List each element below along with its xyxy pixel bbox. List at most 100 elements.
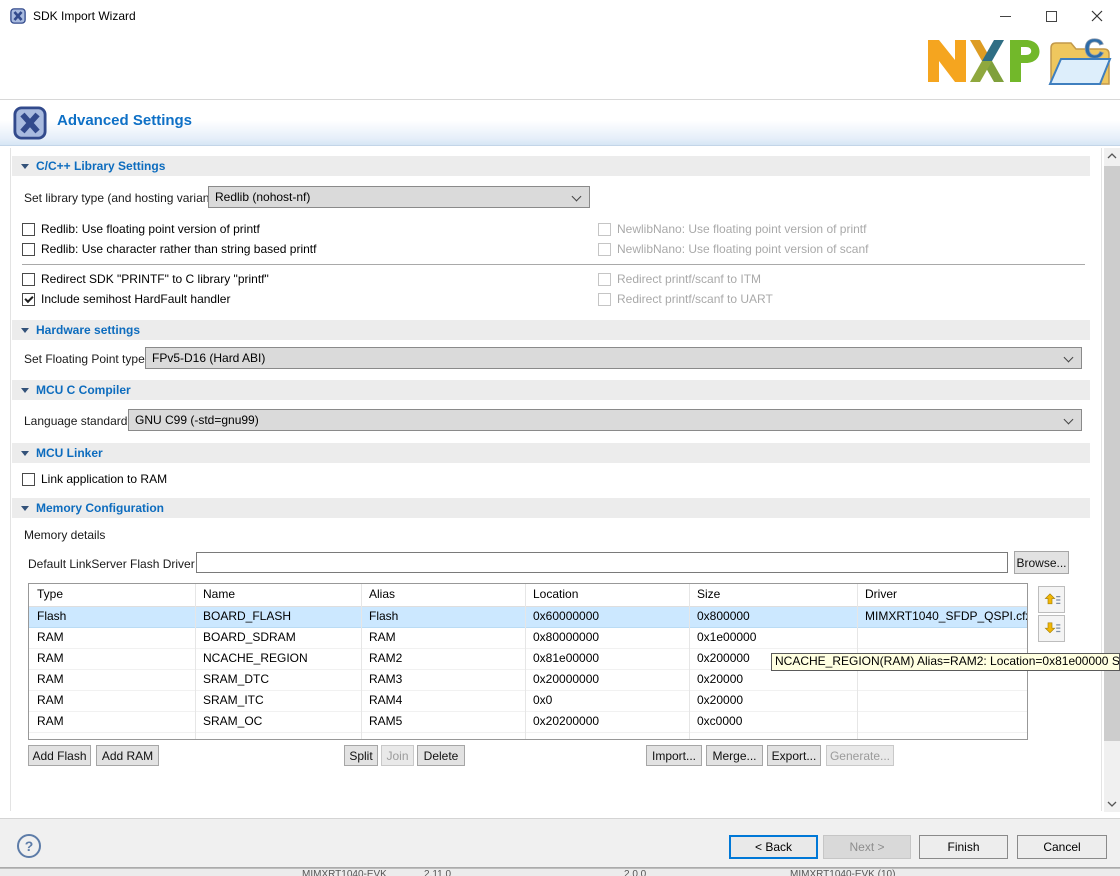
table-row-board-flash[interactable]: Flash BOARD_FLASH Flash 0x60000000 0x800… <box>29 607 1027 628</box>
close-icon <box>1091 10 1103 22</box>
import-button[interactable]: Import... <box>646 745 702 766</box>
add-ram-button[interactable]: Add RAM <box>96 745 159 766</box>
chevron-down-icon <box>1064 415 1074 425</box>
chevron-down-icon <box>1064 353 1074 363</box>
checkbox-redirect-sdk-printf[interactable]: Redirect SDK "PRINTF" to C library "prin… <box>22 271 269 287</box>
section-memory-configuration[interactable]: Memory Configuration <box>12 498 1090 518</box>
scroll-up-arrow[interactable] <box>1104 148 1120 164</box>
language-standard-select[interactable]: GNU C99 (-std=gnu99) <box>128 409 1082 431</box>
maximize-button[interactable] <box>1028 0 1074 32</box>
title-bar: SDK Import Wizard <box>0 0 1120 32</box>
checkbox-box <box>22 223 35 236</box>
col-alias[interactable]: Alias <box>361 584 525 606</box>
section-title: C/C++ Library Settings <box>36 159 165 173</box>
col-location[interactable]: Location <box>525 584 689 606</box>
cancel-button[interactable]: Cancel <box>1017 835 1107 859</box>
background-text-fragment: MIMXRT1040-EVK (10) <box>790 869 895 876</box>
col-driver[interactable]: Driver <box>857 584 1027 606</box>
table-row-sram-dtc[interactable]: RAM SRAM_DTC RAM3 0x20000000 0x20000 <box>29 670 1027 691</box>
background-text-fragment: MIMXRT1040-EVK <box>302 869 387 876</box>
back-button[interactable]: < Back <box>729 835 818 859</box>
checkbox-redirect-uart: Redirect printf/scanf to UART <box>598 291 773 307</box>
checkbox-label: NewlibNano: Use floating point version o… <box>617 242 868 256</box>
table-row-sram-oc[interactable]: RAM SRAM_OC RAM5 0x20200000 0xc0000 <box>29 712 1027 733</box>
col-name[interactable]: Name <box>195 584 361 606</box>
checkbox-box-checked <box>22 293 35 306</box>
export-button[interactable]: Export... <box>767 745 821 766</box>
section-title: Memory Configuration <box>36 501 164 515</box>
collapse-triangle-icon <box>21 451 29 456</box>
fp-type-select[interactable]: FPv5-D16 (Hard ABI) <box>145 347 1082 369</box>
fp-type-label: Set Floating Point type <box>24 352 145 367</box>
library-type-value: Redlib (nohost-nf) <box>215 190 310 204</box>
collapse-triangle-icon <box>21 328 29 333</box>
checkbox-semihost-hardfault[interactable]: Include semihost HardFault handler <box>22 291 230 307</box>
nxp-logo <box>926 38 1040 84</box>
checkbox-label: Include semihost HardFault handler <box>41 292 230 306</box>
background-text-fragment: 2.0.0 <box>624 869 646 876</box>
checkbox-label: Redirect printf/scanf to UART <box>617 292 773 306</box>
minimize-icon <box>1000 11 1011 22</box>
next-button: Next > <box>823 835 911 859</box>
checkbox-box <box>598 243 611 256</box>
checkbox-label: Redlib: Use floating point version of pr… <box>41 222 260 236</box>
section-library-settings[interactable]: C/C++ Library Settings <box>12 156 1090 176</box>
checkbox-redlib-char-printf[interactable]: Redlib: Use character rather than string… <box>22 241 316 257</box>
mcuxpresso-app-icon <box>10 8 26 24</box>
checkbox-newlibnano-printf: NewlibNano: Use floating point version o… <box>598 221 866 237</box>
col-size[interactable]: Size <box>689 584 857 606</box>
section-title: MCU C Compiler <box>36 383 131 397</box>
table-header-row[interactable]: Type Name Alias Location Size Driver <box>29 584 1027 607</box>
section-hardware-settings[interactable]: Hardware settings <box>12 320 1090 340</box>
memory-details-label: Memory details <box>24 528 105 543</box>
checkbox-label: Redirect SDK "PRINTF" to C library "prin… <box>41 272 269 286</box>
mcuxpresso-banner-icon <box>13 106 47 140</box>
advanced-settings-banner: Advanced Settings <box>0 99 1120 146</box>
page-title: Advanced Settings <box>57 112 192 129</box>
move-row-down-button[interactable] <box>1038 615 1065 642</box>
wizard-content: C/C++ Library Settings Set library type … <box>0 147 1120 817</box>
collapse-triangle-icon <box>21 506 29 511</box>
separator <box>22 264 1085 265</box>
help-button[interactable]: ? <box>17 834 41 858</box>
split-button[interactable]: Split <box>344 745 378 766</box>
checkbox-label: NewlibNano: Use floating point version o… <box>617 222 866 236</box>
merge-button[interactable]: Merge... <box>706 745 763 766</box>
background-text-fragment: 2.11.0 <box>424 869 451 876</box>
vertical-scrollbar[interactable] <box>1104 148 1120 812</box>
c-project-folder-icon: C <box>1044 32 1114 92</box>
fp-type-value: FPv5-D16 (Hard ABI) <box>152 351 265 365</box>
checkbox-box <box>598 293 611 306</box>
checkbox-label: Link application to RAM <box>41 472 167 486</box>
move-row-up-button[interactable] <box>1038 586 1065 613</box>
checkbox-label: Redirect printf/scanf to ITM <box>617 272 761 286</box>
delete-button[interactable]: Delete <box>417 745 465 766</box>
table-row-board-sdram[interactable]: RAM BOARD_SDRAM RAM 0x80000000 0x1e00000 <box>29 628 1027 649</box>
collapse-triangle-icon <box>21 388 29 393</box>
browse-button[interactable]: Browse... <box>1014 551 1069 574</box>
minimize-button[interactable] <box>982 0 1028 32</box>
finish-button[interactable]: Finish <box>919 835 1008 859</box>
library-type-select[interactable]: Redlib (nohost-nf) <box>208 186 590 208</box>
checkbox-box <box>22 273 35 286</box>
language-standard-label: Language standard <box>24 414 127 429</box>
library-type-label: Set library type (and hosting variant) <box>24 191 217 206</box>
checkbox-label: Redlib: Use character rather than string… <box>41 242 316 256</box>
section-mcu-c-compiler[interactable]: MCU C Compiler <box>12 380 1090 400</box>
col-type[interactable]: Type <box>29 584 195 606</box>
scroll-down-arrow[interactable] <box>1104 796 1120 812</box>
checkbox-redirect-itm: Redirect printf/scanf to ITM <box>598 271 761 287</box>
chevron-down-icon <box>572 192 582 202</box>
section-title: Hardware settings <box>36 323 140 337</box>
close-button[interactable] <box>1074 0 1120 32</box>
language-standard-value: GNU C99 (-std=gnu99) <box>135 413 259 427</box>
flash-driver-input[interactable] <box>196 552 1008 573</box>
question-mark-icon: ? <box>25 838 34 854</box>
checkbox-redlib-float-printf[interactable]: Redlib: Use floating point version of pr… <box>22 221 260 237</box>
add-flash-button[interactable]: Add Flash <box>28 745 91 766</box>
checkbox-link-to-ram[interactable]: Link application to RAM <box>22 471 167 487</box>
checkbox-box <box>598 273 611 286</box>
table-row-sram-itc[interactable]: RAM SRAM_ITC RAM4 0x0 0x20000 <box>29 691 1027 712</box>
section-mcu-linker[interactable]: MCU Linker <box>12 443 1090 463</box>
content-left-edge <box>10 148 11 811</box>
